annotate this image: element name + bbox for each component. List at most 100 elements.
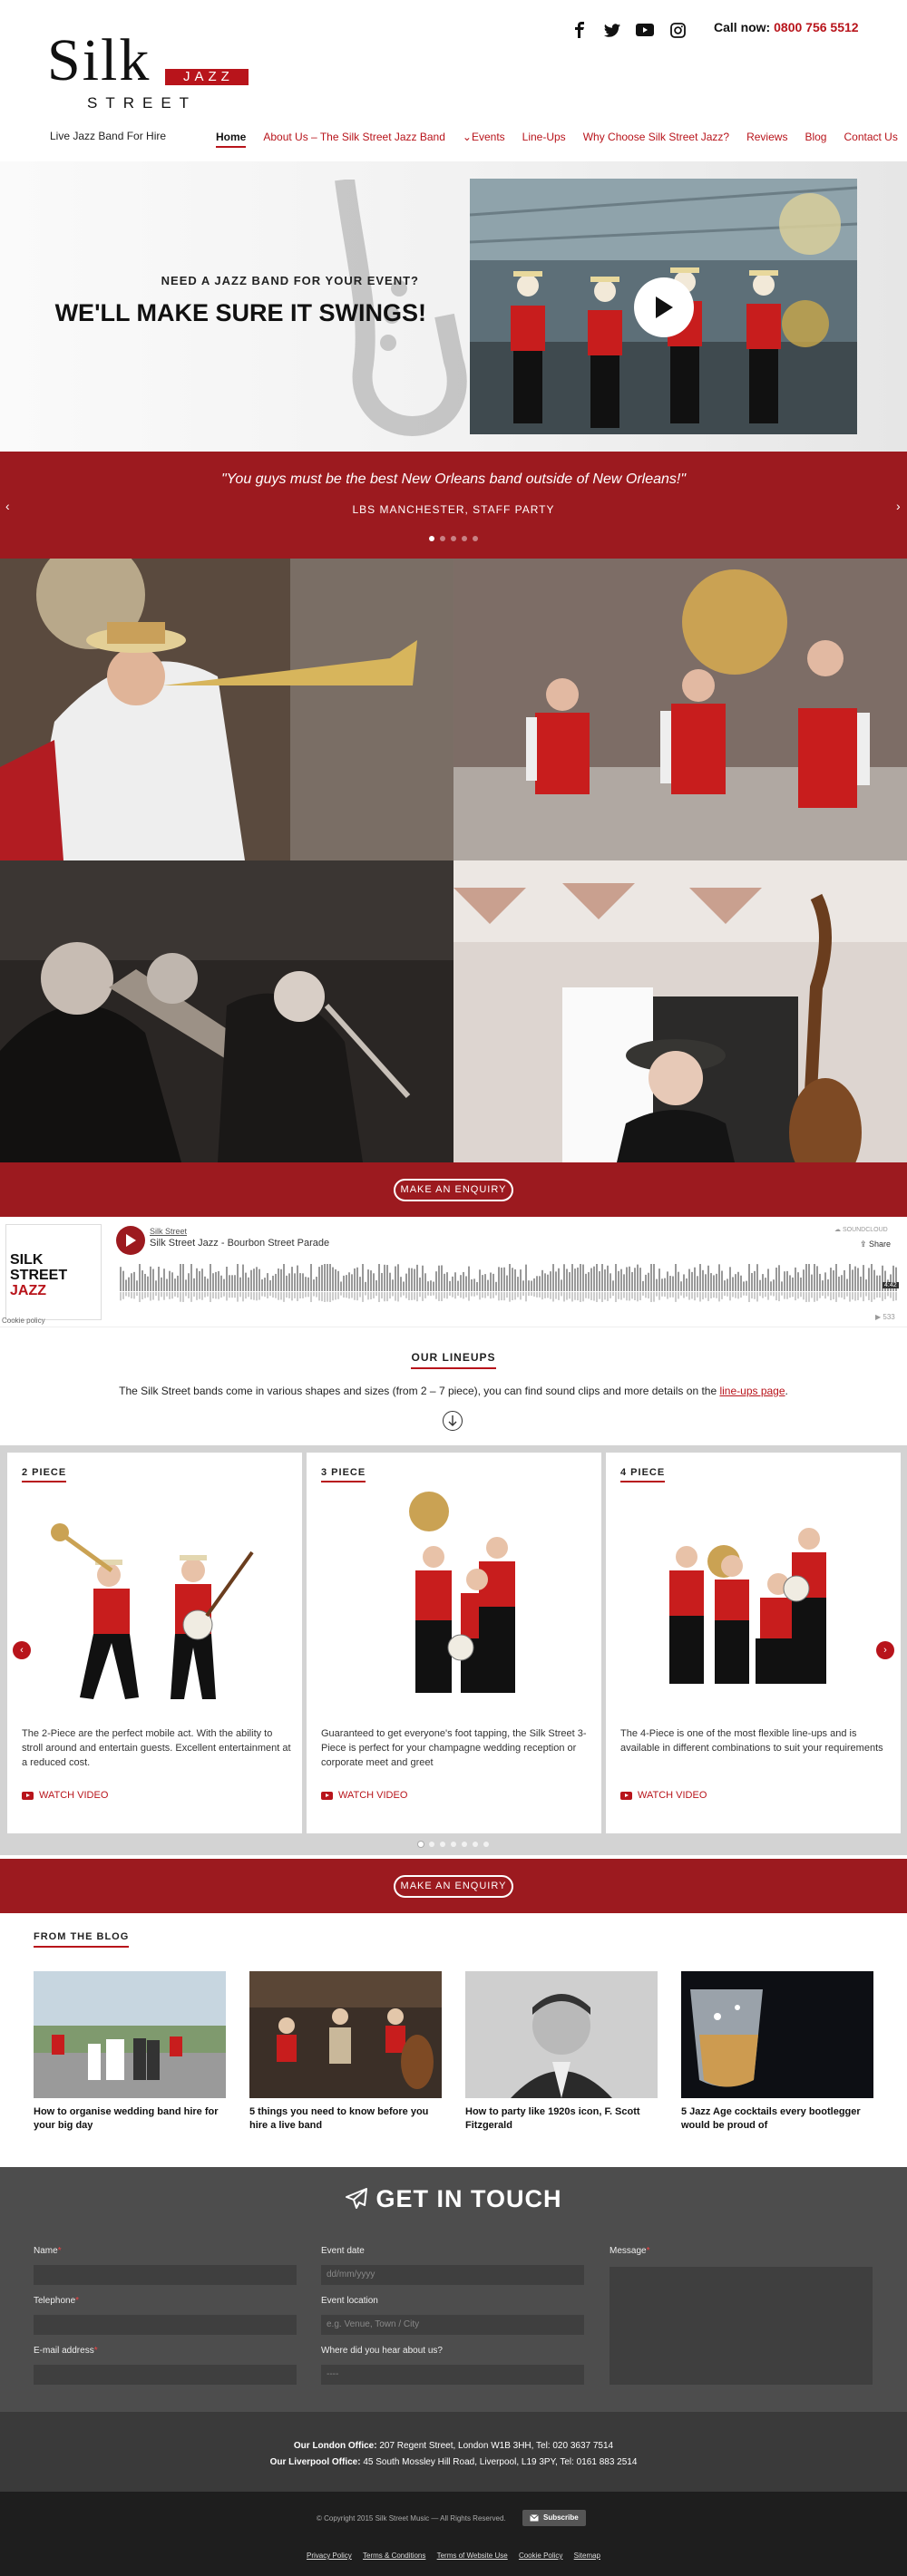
artwork-jazz-text: JAZZ: [10, 1283, 46, 1298]
lineups-intro: The Silk Street bands come in various sh…: [0, 1385, 907, 1397]
social-links: [570, 20, 688, 40]
lineup-card-description: The 2-Piece are the perfect mobile act. …: [22, 1728, 291, 1768]
carousel-prev-button[interactable]: ‹: [13, 1641, 31, 1659]
lineup-card-4-piece: 4 PIECE The 4-Piece is one of the most f…: [606, 1453, 901, 1833]
carousel-pagination: [0, 1842, 907, 1847]
blog-post[interactable]: 5 Jazz Age cocktails every bootlegger wo…: [681, 1971, 873, 2133]
watch-video-link[interactable]: WATCH VIDEO: [620, 1790, 707, 1801]
carousel-dot[interactable]: [462, 1842, 467, 1847]
blog-post[interactable]: How to organise wedding band hire for yo…: [34, 1971, 226, 2133]
lineup-carousel: 2 PIECE The 2-Piece are the perfect mobi…: [0, 1445, 907, 1855]
soundcloud-waveform[interactable]: [120, 1264, 900, 1302]
carousel-dot[interactable]: [440, 1842, 445, 1847]
footer-link-sitemap[interactable]: Sitemap: [574, 2552, 600, 2560]
hear-about-select[interactable]: ----: [321, 2365, 584, 2385]
subscribe-button[interactable]: Subscribe: [522, 2510, 586, 2526]
make-enquiry-button-bottom[interactable]: MAKE AN ENQUIRY: [394, 1875, 513, 1898]
youtube-icon: [620, 1791, 632, 1800]
lineups-page-link[interactable]: line-ups page: [719, 1385, 785, 1397]
nav-item-contact[interactable]: Contact Us: [844, 131, 897, 148]
share-icon: ⇪: [860, 1239, 870, 1249]
message-textarea[interactable]: [610, 2267, 873, 2385]
blog-post-image: [465, 1971, 658, 2098]
footer-links: Privacy Policy Terms & Conditions Terms …: [0, 2552, 907, 2560]
carousel-next-button[interactable]: ›: [876, 1641, 894, 1659]
slider-dot[interactable]: [429, 536, 434, 541]
name-input[interactable]: [34, 2265, 297, 2285]
name-label: Name*: [34, 2246, 62, 2256]
hero-section: NEED A JAZZ BAND FOR YOUR EVENT? WE'LL M…: [0, 161, 907, 452]
four-piece-band-photo: [669, 1528, 826, 1684]
play-icon: [126, 1234, 136, 1247]
footer-link-terms-conditions[interactable]: Terms & Conditions: [363, 2552, 425, 2560]
hero-video-player[interactable]: [470, 179, 857, 434]
facebook-icon[interactable]: [570, 20, 590, 40]
lineups-intro-end: .: [785, 1385, 788, 1397]
footer-link-privacy[interactable]: Privacy Policy: [307, 2552, 352, 2560]
telephone-label-text: Telephone: [34, 2296, 76, 2306]
share-button[interactable]: ⇪ Share: [860, 1239, 891, 1249]
photo-gallery: [0, 559, 907, 1162]
nav-item-lineups[interactable]: Line-Ups: [522, 131, 566, 148]
required-mark: *: [57, 2246, 62, 2256]
cookie-policy-link[interactable]: Cookie policy: [2, 1317, 45, 1325]
make-enquiry-button[interactable]: MAKE AN ENQUIRY: [394, 1179, 513, 1201]
blog-post-image: [681, 1971, 873, 2098]
soundcloud-play-button[interactable]: [116, 1226, 145, 1255]
blog-heading: FROM THE BLOG: [34, 1931, 130, 1948]
testimonial-prev-arrow[interactable]: ‹: [5, 499, 10, 513]
event-date-input[interactable]: dd/mm/yyyy: [321, 2265, 584, 2285]
nav-item-about[interactable]: About Us – The Silk Street Jazz Band: [263, 131, 445, 148]
scroll-down-icon[interactable]: [443, 1411, 463, 1431]
telephone-input[interactable]: [34, 2315, 297, 2335]
nav-item-events[interactable]: ⌄Events: [463, 131, 505, 148]
slider-dot[interactable]: [473, 536, 478, 541]
testimonial-next-arrow[interactable]: ›: [896, 499, 901, 513]
soundcloud-track-title[interactable]: Silk Street Jazz - Bourbon Street Parade: [150, 1238, 329, 1249]
event-location-input[interactable]: e.g. Venue, Town / City: [321, 2315, 584, 2335]
blog-post[interactable]: How to party like 1920s icon, F. Scott F…: [465, 1971, 658, 2133]
nav-item-home[interactable]: Home: [216, 131, 247, 148]
instagram-icon[interactable]: [668, 20, 688, 40]
youtube-icon[interactable]: [635, 20, 655, 40]
twitter-icon[interactable]: [602, 20, 622, 40]
slider-dot[interactable]: [451, 536, 456, 541]
watch-video-link[interactable]: WATCH VIDEO: [22, 1790, 108, 1801]
play-count-value: 533: [883, 1313, 895, 1321]
blog-post[interactable]: 5 things you need to know before you hir…: [249, 1971, 442, 2133]
blog-post-image: [249, 1971, 442, 2098]
required-mark: *: [93, 2346, 98, 2356]
message-label-text: Message: [610, 2246, 647, 2256]
blog-post-title[interactable]: 5 Jazz Age cocktails every bootlegger wo…: [681, 2105, 873, 2133]
subscribe-label: Subscribe: [543, 2513, 579, 2522]
blog-post-title[interactable]: How to organise wedding band hire for yo…: [34, 2105, 226, 2133]
blog-post-title[interactable]: How to party like 1920s icon, F. Scott F…: [465, 2105, 658, 2133]
blog-post-title[interactable]: 5 things you need to know before you hir…: [249, 2105, 442, 2133]
telephone-label: Telephone*: [34, 2296, 79, 2306]
carousel-dot[interactable]: [451, 1842, 456, 1847]
carousel-dot[interactable]: [483, 1842, 489, 1847]
nav-item-reviews[interactable]: Reviews: [746, 131, 787, 148]
track-duration: 4:42: [883, 1282, 899, 1288]
nav-item-why-choose[interactable]: Why Choose Silk Street Jazz?: [583, 131, 729, 148]
email-input[interactable]: [34, 2365, 297, 2385]
carousel-dot[interactable]: [429, 1842, 434, 1847]
video-play-button[interactable]: [634, 277, 694, 337]
slider-dot[interactable]: [440, 536, 445, 541]
watch-video-link[interactable]: WATCH VIDEO: [321, 1790, 407, 1801]
mail-icon: [530, 2514, 539, 2522]
slider-dot[interactable]: [462, 536, 467, 541]
play-icon: [656, 296, 673, 318]
site-header: Silk JAZZ STREET Call now: 0800 756 5512…: [0, 0, 907, 161]
soundcloud-user-link[interactable]: Silk Street: [150, 1227, 187, 1236]
footer-link-cookie[interactable]: Cookie Policy: [519, 2552, 562, 2560]
soundcloud-logo[interactable]: ☁ SOUNDCLOUD: [834, 1226, 888, 1233]
lineup-card-title: 4 PIECE: [620, 1467, 666, 1482]
carousel-dot[interactable]: [418, 1842, 424, 1847]
carousel-dot[interactable]: [473, 1842, 478, 1847]
site-tagline: Live Jazz Band For Hire: [50, 130, 167, 142]
footer-link-terms-website[interactable]: Terms of Website Use: [437, 2552, 508, 2560]
site-logo[interactable]: Silk JAZZ STREET: [47, 18, 256, 113]
nav-item-blog[interactable]: Blog: [805, 131, 826, 148]
phone-number-link[interactable]: 0800 756 5512: [774, 20, 858, 34]
